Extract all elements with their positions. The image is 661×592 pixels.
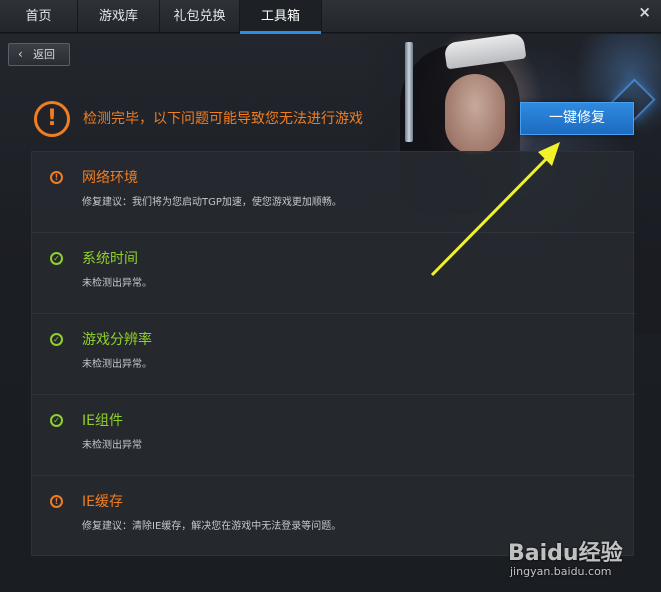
baidu-watermark: Baidu经验 jingyan.baidu.com [508, 535, 658, 590]
watermark-logo: Baidu经验 [508, 541, 623, 566]
annotation-arrow [430, 142, 560, 277]
arrow-shaft [430, 150, 555, 277]
watermark-url: jingyan.baidu.com [510, 565, 612, 578]
